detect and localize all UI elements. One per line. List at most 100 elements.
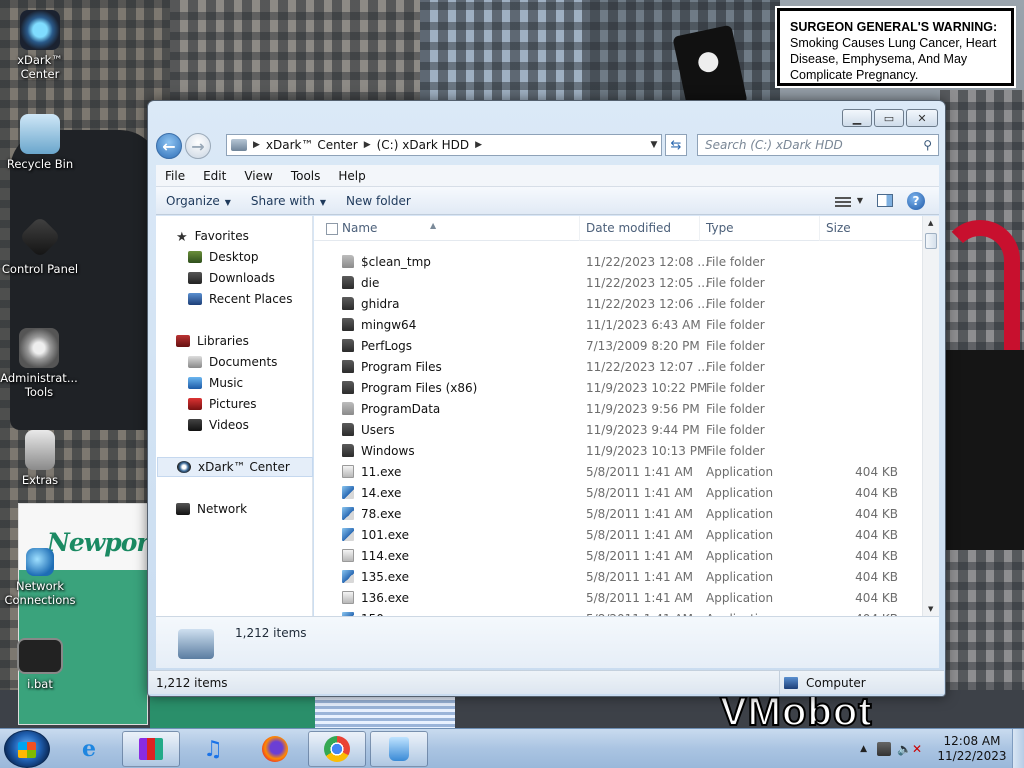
taskbar-music-player[interactable]: ♫ (184, 731, 242, 767)
help-icon[interactable]: ? (907, 191, 925, 210)
desktop-icon-extras[interactable]: Extras (0, 430, 80, 487)
maximize-button[interactable]: ▭ (874, 109, 904, 127)
show-hidden-icons-icon[interactable]: ▲ (860, 744, 867, 754)
scrollbar-thumb[interactable] (925, 233, 937, 249)
chevron-down-icon[interactable]: ▼ (857, 196, 863, 205)
network-tray-icon[interactable] (877, 742, 891, 756)
desktop-icon-label: Administrat... Tools (0, 371, 78, 399)
table-row[interactable]: ghidra 11/22/2023 12:06 ... File folder (314, 293, 922, 314)
show-desktop-button[interactable] (1012, 729, 1024, 768)
table-row[interactable]: Windows 11/9/2023 10:13 PM File folder (314, 440, 922, 461)
taskbar-winrar[interactable] (122, 731, 180, 767)
table-row[interactable]: Program Files (x86) 11/9/2023 10:22 PM Fil… (314, 377, 922, 398)
menu-file[interactable]: File (156, 169, 194, 183)
column-type[interactable]: Type (700, 216, 820, 241)
taskbar-explorer[interactable] (370, 731, 428, 767)
vertical-scrollbar[interactable]: ▲ ▼ (922, 216, 939, 616)
cell-name: 78.exe (314, 507, 574, 521)
cell-type: File folder (706, 359, 765, 374)
scroll-down-icon[interactable]: ▼ (928, 605, 933, 613)
menu-edit[interactable]: Edit (194, 169, 235, 183)
chevron-right-icon[interactable]: ▶ (362, 140, 373, 150)
nav-music[interactable]: Music (188, 373, 243, 393)
folder-icon (342, 297, 354, 310)
column-size[interactable]: Size (820, 216, 922, 241)
table-row[interactable]: 135.exe 5/8/2011 1:41 AM Application 404 KB (314, 566, 922, 587)
nav-pictures[interactable]: Pictures (188, 394, 257, 414)
cell-type: File folder (706, 380, 765, 395)
table-row[interactable]: $clean_tmp 11/22/2023 12:08 ... File folde… (314, 251, 922, 272)
column-date-modified[interactable]: Date modified (580, 216, 700, 241)
menu-tools[interactable]: Tools (282, 169, 330, 183)
volume-muted-icon[interactable]: 🔈✕ (897, 742, 922, 756)
nav-downloads[interactable]: Downloads (188, 268, 275, 288)
close-button[interactable]: ✕ (906, 109, 938, 127)
table-row[interactable]: 14.exe 5/8/2011 1:41 AM Application 404 KB (314, 482, 922, 503)
select-all-checkbox[interactable] (326, 223, 338, 235)
table-row[interactable]: 150.exe5/8/2011 1:41 AMApplication404 KB (314, 608, 922, 616)
table-row[interactable]: 114.exe 5/8/2011 1:41 AM Application 404 KB (314, 545, 922, 566)
desktop-icon-i-bat[interactable]: i.bat (0, 638, 80, 691)
desktop-icon-network-connections[interactable]: Network Connections (0, 548, 80, 607)
preview-pane-icon[interactable] (877, 194, 893, 207)
refresh-icon[interactable]: ⇆ (665, 134, 687, 156)
network-icon (176, 503, 190, 515)
chevron-down-icon[interactable]: ▼ (647, 140, 661, 150)
taskbar-chrome[interactable] (308, 731, 366, 767)
extras-icon (25, 430, 55, 470)
forward-button[interactable]: → (185, 133, 211, 159)
table-row[interactable]: PerfLogs 7/13/2009 8:20 PM File folder (314, 335, 922, 356)
nav-libraries[interactable]: Libraries (176, 331, 249, 351)
breadcrumb-xdark-center[interactable]: xDark™ Center (262, 138, 362, 152)
table-row[interactable]: ProgramData 11/9/2023 9:56 PM File folder (314, 398, 922, 419)
address-bar[interactable]: ▶ xDark™ Center ▶ (C:) xDark HDD ▶ ▼ (226, 134, 662, 156)
desktop-icon-admin-tools[interactable]: Administrat... Tools (0, 328, 78, 399)
explorer-window[interactable]: ▁ ▭ ✕ ← → ▶ xDark™ Center ▶ (C:) xDark H… (147, 100, 946, 697)
table-row[interactable]: 78.exe 5/8/2011 1:41 AM Application 404 KB (314, 503, 922, 524)
back-button[interactable]: ← (156, 133, 182, 159)
table-row[interactable]: 136.exe 5/8/2011 1:41 AM Application 404 KB (314, 587, 922, 608)
nav-network[interactable]: Network (176, 499, 247, 519)
breadcrumb-drive[interactable]: (C:) xDark HDD (373, 138, 474, 152)
table-row[interactable]: Users 11/9/2023 9:44 PM File folder (314, 419, 922, 440)
search-input[interactable]: Search (C:) xDark HDD ⚲ (697, 134, 939, 156)
table-row[interactable]: die 11/22/2023 12:05 ... File folder (314, 272, 922, 293)
desktop-icon-control-panel[interactable]: Control Panel (0, 215, 80, 276)
column-headers: ▲ Name Date modified Type Size (314, 216, 922, 241)
chevron-right-icon[interactable]: ▶ (473, 140, 484, 150)
column-name[interactable]: ▲ Name (314, 216, 580, 241)
file-list[interactable]: ▲ Name Date modified Type Size $clean_tmp… (314, 216, 939, 616)
desktop-icon-recycle-bin[interactable]: Recycle Bin (0, 114, 80, 171)
nav-recent-places[interactable]: Recent Places (188, 289, 292, 309)
new-folder-button[interactable]: New folder (336, 194, 421, 208)
application-icon (342, 549, 354, 562)
menu-view[interactable]: View (235, 169, 281, 183)
clock[interactable]: 12:08 AM 11/22/2023 (932, 734, 1012, 764)
organize-button[interactable]: Organize ▼ (156, 194, 241, 208)
view-options-icon[interactable] (834, 194, 851, 207)
taskbar-firefox[interactable] (246, 731, 304, 767)
menu-help[interactable]: Help (329, 169, 374, 183)
table-row[interactable]: mingw64 11/1/2023 6:43 AM File folder (314, 314, 922, 335)
share-with-button[interactable]: Share with ▼ (241, 194, 336, 208)
scroll-up-icon[interactable]: ▲ (928, 219, 933, 227)
table-row[interactable]: Program Files 11/22/2023 12:07 ... File fo… (314, 356, 922, 377)
nav-videos[interactable]: Videos (188, 415, 249, 435)
nav-desktop[interactable]: Desktop (188, 247, 259, 267)
cell-type: File folder (706, 401, 765, 416)
taskbar-internet-explorer[interactable]: e (60, 731, 118, 767)
search-icon[interactable]: ⚲ (923, 138, 932, 152)
nav-xdark-center[interactable]: xDark™ Center (157, 457, 313, 477)
music-note-icon: ♫ (203, 736, 223, 762)
minimize-button[interactable]: ▁ (842, 109, 872, 127)
nav-documents[interactable]: Documents (188, 352, 277, 372)
table-row[interactable]: 11.exe 5/8/2011 1:41 AM Application 404 KB (314, 461, 922, 482)
nav-favorites[interactable]: ★ Favorites (176, 226, 249, 246)
nav-label: Pictures (209, 397, 257, 411)
cell-date: 5/8/2011 1:41 AM (586, 590, 694, 605)
start-button[interactable] (4, 730, 50, 768)
archive-icon (139, 738, 163, 760)
desktop-icon-xdark-center[interactable]: xDark™ Center (0, 10, 80, 81)
chevron-down-icon: ▼ (319, 197, 326, 207)
table-row[interactable]: 101.exe 5/8/2011 1:41 AM Application 404 KB (314, 524, 922, 545)
